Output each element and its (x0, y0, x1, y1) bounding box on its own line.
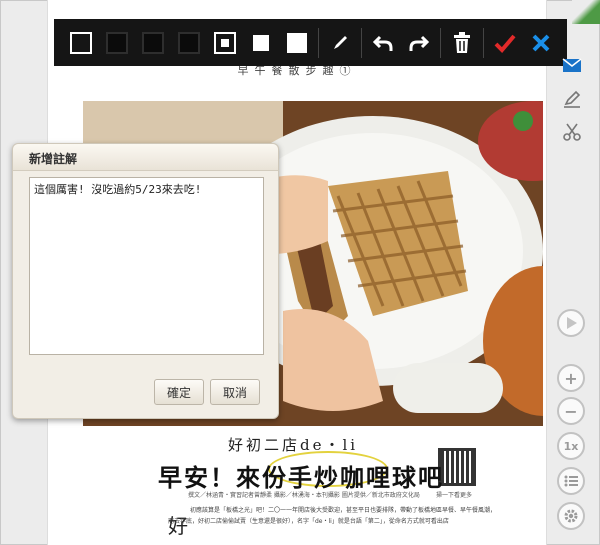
right-sidebar (550, 0, 600, 545)
list-button[interactable] (557, 467, 585, 495)
rect-filled-large-icon[interactable] (282, 28, 312, 58)
add-annotation-dialog: 新增註解 這個厲害! 沒吃過約5/23來去吃! 確定 取消 (12, 143, 279, 419)
cancel-button[interactable]: 取消 (210, 379, 260, 405)
annotation-textarea[interactable]: 這個厲害! 沒吃過約5/23來去吃! (29, 177, 264, 355)
scissors-icon[interactable] (559, 119, 585, 145)
rect-outline-icon[interactable] (66, 28, 96, 58)
rect-dim-2-icon[interactable] (138, 28, 168, 58)
article-headline: 早安！來份手炒咖哩球吧 (158, 463, 444, 492)
ok-button[interactable]: 確定 (154, 379, 204, 405)
pen-icon[interactable] (325, 28, 355, 58)
toolbar-separator (361, 27, 362, 58)
toolbar-separator (318, 27, 319, 58)
zoom-in-button[interactable]: + (557, 364, 585, 392)
zoom-level-button[interactable]: 1x (557, 432, 585, 460)
article-credits: 撰文／林涵青・實習記者曾靜柔 攝影／林湧海・本刊攝影 圖片提供／新北市政府文化局 (188, 492, 420, 499)
highlighter-icon[interactable] (559, 86, 585, 112)
corner-leaf-decoration (572, 0, 600, 24)
toolbar-separator (483, 27, 484, 58)
toolbar-separator (440, 27, 441, 58)
trash-icon[interactable] (447, 28, 477, 58)
article-body: 初應該算是「板橋之光」吧！二〇一一年開店後大受歡迎，甚至平日也要排隊，帶動了板橋… (168, 505, 498, 527)
annotation-toolbar (54, 19, 567, 66)
play-button[interactable] (557, 309, 585, 337)
qr-caption: 掃一下看更多 (436, 492, 473, 499)
qr-code (438, 448, 476, 486)
rect-dot-icon[interactable] (210, 28, 240, 58)
zoom-out-label: − (564, 401, 578, 421)
mail-icon[interactable] (559, 52, 585, 78)
zoom-out-button[interactable]: − (557, 397, 585, 425)
article-body-text: 初應該算是「板橋之光」吧！二〇一一年開店後大受歡迎，甚至平日也要排隊，帶動了板橋… (168, 507, 497, 525)
rect-dim-3-icon[interactable] (174, 28, 204, 58)
play-icon (567, 317, 577, 329)
check-icon[interactable] (490, 28, 520, 58)
list-icon (564, 475, 578, 487)
zoom-level-label: 1x (563, 439, 579, 453)
rect-dim-1-icon[interactable] (102, 28, 132, 58)
rect-filled-small-icon[interactable] (246, 28, 276, 58)
gear-icon (564, 509, 578, 523)
zoom-in-label: + (564, 368, 578, 388)
undo-icon[interactable] (368, 28, 398, 58)
redo-icon[interactable] (404, 28, 434, 58)
dialog-title: 新增註解 (13, 144, 278, 171)
settings-button[interactable] (557, 502, 585, 530)
